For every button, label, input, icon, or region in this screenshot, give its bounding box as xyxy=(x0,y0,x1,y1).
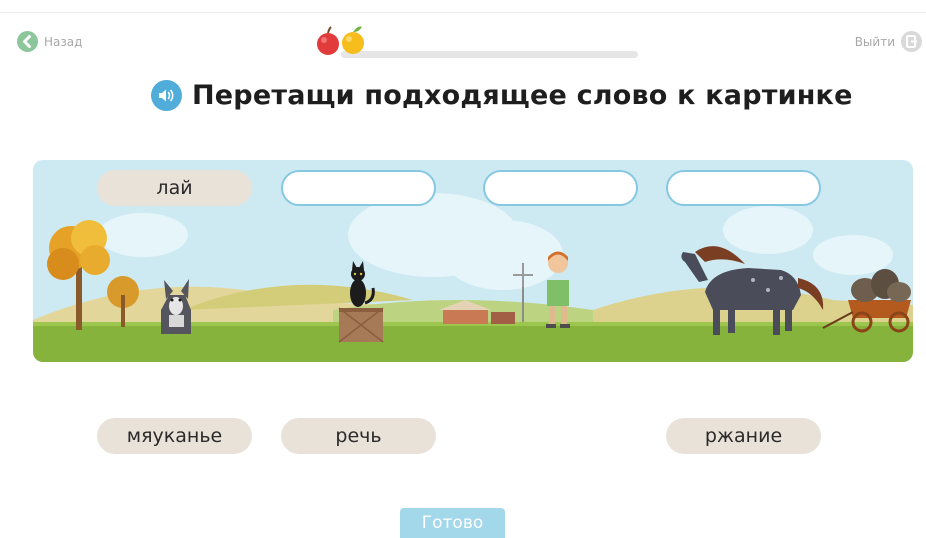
back-button[interactable]: Назад xyxy=(17,31,82,52)
task-title: Перетащи подходящее слово к картинке xyxy=(192,80,853,111)
exit-button[interactable]: Выйти xyxy=(855,31,922,52)
answer-slot[interactable] xyxy=(483,170,638,206)
word-chip[interactable]: ржание xyxy=(666,418,821,454)
progress-fruits xyxy=(315,24,371,62)
answer-slot[interactable] xyxy=(281,170,436,206)
done-button[interactable]: Готово xyxy=(400,508,505,538)
top-divider xyxy=(0,12,926,13)
chevron-left-icon xyxy=(17,31,38,52)
answer-slot[interactable] xyxy=(666,170,821,206)
word-chip[interactable]: речь xyxy=(281,418,436,454)
apple-icon xyxy=(317,26,339,55)
back-label: Назад xyxy=(44,34,83,49)
lemon-icon xyxy=(342,26,364,54)
exit-door-icon xyxy=(901,31,922,52)
exit-label: Выйти xyxy=(854,34,895,49)
speaker-icon[interactable] xyxy=(151,80,182,111)
task-header: Перетащи подходящее слово к картинке xyxy=(151,80,853,111)
word-chip[interactable]: мяуканье xyxy=(97,418,252,454)
progress-bar xyxy=(341,51,638,58)
placed-word-chip[interactable]: лай xyxy=(97,170,252,206)
